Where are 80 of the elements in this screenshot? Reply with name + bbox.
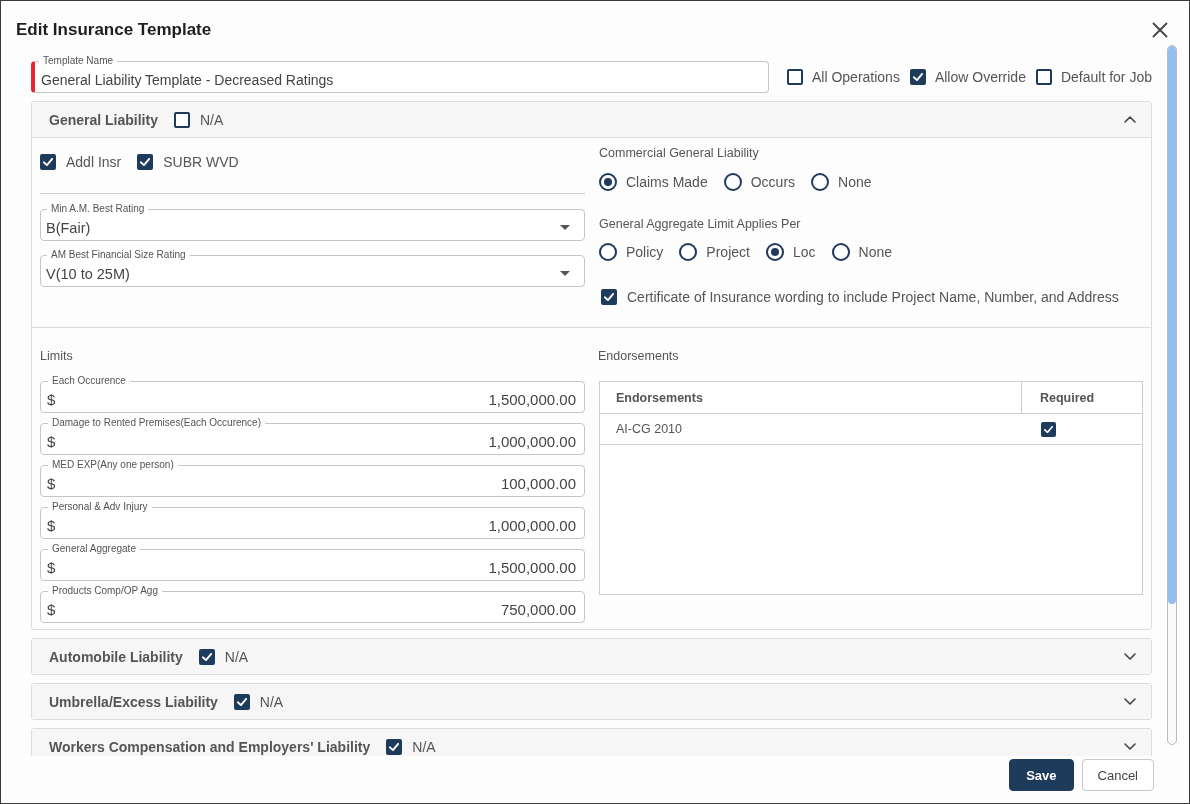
scrollbar-track[interactable] xyxy=(1167,45,1177,745)
checkbox-label: Allow Override xyxy=(934,68,1026,86)
radio-button[interactable] xyxy=(679,243,698,261)
dialog-title: Edit Insurance Template xyxy=(16,19,212,41)
checkbox[interactable] xyxy=(198,648,215,665)
column-header: Endorsements xyxy=(615,389,704,407)
chevron-down-icon[interactable] xyxy=(1124,653,1136,660)
radio-button[interactable] xyxy=(765,243,784,261)
checkbox-label: N/A xyxy=(259,692,284,711)
checkbox[interactable] xyxy=(601,289,617,305)
dropdown-select[interactable]: AM Best Financial Size Rating V(10 to 25M) xyxy=(40,249,585,287)
checkmark-icon xyxy=(43,158,53,166)
radio-button[interactable] xyxy=(599,243,617,261)
cancel-button[interactable]: Cancel xyxy=(1081,759,1154,791)
caret-icon xyxy=(560,225,570,230)
currency-field[interactable]: Damage to Rented Premises(Each Occurence) $ 1,000,000.00 xyxy=(40,417,585,455)
currency-field[interactable]: Products Comp/OP Agg $ 750,000.00 xyxy=(40,585,585,623)
checkbox[interactable] xyxy=(909,69,926,85)
dropdown-select[interactable]: Min A.M. Best Rating B(Fair) xyxy=(40,203,585,241)
checkbox-label: Default for Job xyxy=(1060,68,1152,86)
checkbox[interactable] xyxy=(786,69,803,85)
checkbox[interactable] xyxy=(173,111,190,128)
checkbox-label: All Operations xyxy=(811,68,900,86)
radio-button[interactable] xyxy=(811,173,830,191)
radio-label: Project xyxy=(706,243,750,261)
close-button[interactable] xyxy=(1150,20,1170,40)
endorsements-label: Endorsements xyxy=(598,348,680,364)
close-icon xyxy=(1152,22,1168,38)
section-title: Workers Compensation and Employers' Liability xyxy=(49,738,371,755)
save-button[interactable]: Save xyxy=(1009,759,1074,791)
accordion-header[interactable]: Workers Compensation and Employers' Liability N/A xyxy=(32,729,1151,756)
checkbox[interactable] xyxy=(1041,421,1056,437)
caret-icon xyxy=(560,271,570,276)
section-title: General Liability xyxy=(49,111,158,128)
checkmark-icon xyxy=(140,158,151,166)
radio-label: Occurs xyxy=(750,173,796,191)
checkbox[interactable] xyxy=(1035,69,1052,85)
chevron-up-icon[interactable] xyxy=(1124,116,1136,123)
checkmark-icon xyxy=(236,697,247,706)
limits-label: Limits xyxy=(40,348,74,364)
currency-field[interactable]: Each Occurence $ 1,500,000.00 xyxy=(40,375,585,413)
checkmark-icon xyxy=(201,652,212,661)
checkbox-label: Certificate of Insurance wording to include Project Name, Number, and Address xyxy=(627,288,1119,306)
checkbox-label: SUBR WVD xyxy=(163,153,239,171)
checkbox-label: N/A xyxy=(412,737,436,756)
checkbox[interactable] xyxy=(233,693,250,710)
radio-label: Claims Made xyxy=(626,173,708,191)
radio-label: None xyxy=(858,243,892,261)
table-cell-text: AI-CG 2010 xyxy=(615,421,683,438)
accordion-header[interactable]: General Liability N/A xyxy=(32,102,1151,137)
checkbox[interactable] xyxy=(137,154,154,170)
currency-field[interactable]: Personal & Adv Injury $ 1,000,000.00 xyxy=(40,501,585,539)
radio-label: None xyxy=(838,173,872,191)
checkbox-label: N/A xyxy=(224,647,249,666)
radio-label: Policy xyxy=(626,243,664,261)
group-label: Commercial General Liability xyxy=(599,145,760,161)
checkmark-icon xyxy=(604,293,614,301)
checkmark-icon xyxy=(389,742,400,751)
currency-field[interactable]: MED EXP(Any one person) $ 100,000.00 xyxy=(40,459,585,497)
template-name-field[interactable]: Template Name General Liability Template - Decreased Ratings xyxy=(31,55,769,93)
accordion-header[interactable]: Automobile Liability N/A xyxy=(32,639,1151,674)
checkbox-label: Addl Insr xyxy=(66,153,122,171)
radio-label: Loc xyxy=(792,243,816,261)
checkbox-label: N/A xyxy=(199,110,224,129)
checkmark-icon xyxy=(1044,425,1053,433)
accordion-header[interactable]: Umbrella/Excess Liability N/A xyxy=(32,684,1151,719)
section-title: Umbrella/Excess Liability xyxy=(49,693,218,710)
radio-button[interactable] xyxy=(831,243,850,261)
radio-button[interactable] xyxy=(723,173,742,191)
chevron-down-icon[interactable] xyxy=(1124,698,1136,705)
checkbox[interactable] xyxy=(40,154,56,170)
group-label: General Aggregate Limit Applies Per xyxy=(599,216,802,232)
currency-field[interactable]: General Aggregate $ 1,500,000.00 xyxy=(40,543,585,581)
checkbox[interactable] xyxy=(386,738,403,755)
radio-button[interactable] xyxy=(599,173,617,191)
checkmark-icon xyxy=(912,73,923,81)
section-title: Automobile Liability xyxy=(49,648,183,665)
scrollbar-thumb[interactable] xyxy=(1168,46,1176,605)
column-header: Required xyxy=(1021,382,1142,413)
chevron-down-icon[interactable] xyxy=(1124,743,1136,750)
